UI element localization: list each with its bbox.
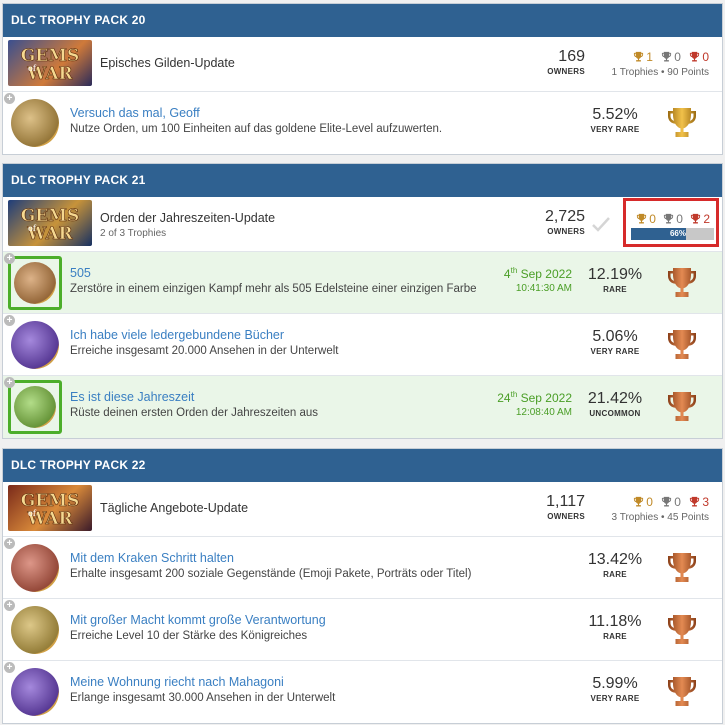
trophy-rarity: 5.06% VERY RARE [590,328,640,356]
expand-plus-icon[interactable]: + [4,93,15,104]
pack-header: DLC TROPHY PACK 21 [3,164,722,197]
trophy-rarity: 21.42% UNCOMMON [587,390,643,418]
trophy-description: Rüste deinen ersten Orden der Jahreszeit… [70,407,319,419]
trophy-pack-section: DLC TROPHY PACK 20 GEMS WAR of Episches … [2,3,723,155]
svg-text:of: of [28,64,37,73]
bronze-trophy-icon [666,551,698,585]
trophy-counts: 1 0 0 1 Trophies • 90 Points [611,50,709,78]
trophy-description: Erhalte insgesamt 200 soziale Gegenständ… [70,568,472,580]
trophy-row[interactable]: + Mit dem Kraken Schritt halten Erhalte i… [3,537,722,599]
pack-name[interactable]: Tägliche Angebote-Update [100,501,248,515]
bronze-trophy-icon [666,328,698,362]
pack-progress-text: 2 of 3 Trophies [100,228,167,239]
bronze-trophy-count: 0 [689,50,709,64]
trophy-image[interactable] [8,96,62,150]
trophy-description: Erlange insgesamt 30.000 Ansehen in der … [70,692,336,704]
trophy-image[interactable] [8,603,62,657]
pack-progress-box: 0 0 2 66% [623,198,719,247]
expand-plus-icon[interactable]: + [4,662,15,673]
silver-cup-icon [661,496,672,507]
trophy-rarity: 5.52% VERY RARE [590,106,640,134]
trophy-row[interactable]: + Meine Wohnung riecht nach Mahagoni Erla… [3,661,722,723]
bronze-trophy-count: 2 [690,212,710,226]
progress-bar: 66% [631,228,714,240]
gold-trophy-icon [666,106,698,140]
trophy-title-link[interactable]: Meine Wohnung riecht nach Mahagoni [70,675,284,689]
bronze-trophy-count: 3 [689,495,709,509]
trophy-rarity: 13.42% RARE [587,551,643,579]
silver-trophy-count: 0 [661,50,681,64]
checkmark-icon [592,217,610,232]
pack-header: DLC TROPHY PACK 22 [3,449,722,482]
expand-plus-icon[interactable]: + [4,377,15,388]
trophy-row[interactable]: + Mit großer Macht kommt große Verantwor… [3,599,722,661]
trophy-title-link[interactable]: Es ist diese Jahreszeit [70,390,194,404]
trophy-title-link[interactable]: Mit großer Macht kommt große Verantwortu… [70,613,326,627]
bronze-cup-icon [689,496,700,507]
earned-date: 4th Sep 2022 10:41:30 AM [503,266,572,294]
trophy-image[interactable] [8,541,62,595]
svg-text:of: of [28,509,37,518]
pack-name[interactable]: Episches Gilden-Update [100,56,235,70]
silver-trophy-count: 0 [661,495,681,509]
owners-count: 169 OWNERS [547,48,585,76]
expand-plus-icon[interactable]: + [4,253,15,264]
gold-cup-icon [633,496,644,507]
earned-date: 24th Sep 2022 12:08:40 AM [497,390,572,418]
pack-logo-image[interactable]: GEMS WAR of [8,485,92,531]
silver-trophy-count: 0 [663,212,683,226]
gold-trophy-count: 1 [633,50,653,64]
gold-cup-icon [633,51,644,62]
trophy-pack-section: DLC TROPHY PACK 21 GEMS WAR of Orden der… [2,163,723,439]
expand-plus-icon[interactable]: + [4,538,15,549]
expand-plus-icon[interactable]: + [4,315,15,326]
trophy-pack-section: DLC TROPHY PACK 22 GEMS WAR of Tägliche … [2,448,723,724]
bronze-trophy-icon [666,675,698,709]
trophy-image[interactable] [8,380,62,434]
trophy-counts: 0 0 3 3 Trophies • 45 Points [611,495,709,523]
pack-summary-row[interactable]: GEMS WAR of Episches Gilden-Update 169 O… [3,37,722,92]
pack-logo-image[interactable]: GEMS WAR of [8,40,92,86]
trophy-title-link[interactable]: 505 [70,266,91,280]
silver-cup-icon [663,213,674,224]
expand-plus-icon[interactable]: + [4,600,15,611]
svg-text:GEMS: GEMS [21,46,80,66]
owners-count: 2,725 OWNERS [544,208,585,236]
trophy-description: Nutze Orden, um 100 Einheiten auf das go… [70,123,443,135]
owners-count: 1,117 OWNERS [546,493,585,521]
bronze-trophy-icon [666,390,698,424]
trophy-row[interactable]: + Ich habe viele ledergebundene Bücher Er… [3,314,722,376]
gold-trophy-count: 0 [636,212,656,226]
pack-name[interactable]: Orden der Jahreszeiten-Update [100,211,275,225]
trophy-description: Erreiche insgesamt 20.000 Ansehen in der… [70,345,339,357]
trophy-image[interactable] [8,665,62,719]
svg-text:GEMS: GEMS [21,206,80,226]
trophy-title-link[interactable]: Mit dem Kraken Schritt halten [70,551,234,565]
trophy-row[interactable]: + Versuch das mal, Geoff Nutze Orden, um … [3,92,722,154]
svg-text:of: of [28,224,37,233]
silver-cup-icon [661,51,672,62]
trophy-rarity: 5.99% VERY RARE [590,675,640,703]
trophy-row[interactable]: + 505 Zerstöre in einem einzigen Kampf me… [3,252,722,314]
gold-cup-icon [636,213,647,224]
bronze-cup-icon [689,51,700,62]
pack-summary-row[interactable]: GEMS WAR of Tägliche Angebote-Update 1,1… [3,482,722,537]
trophy-image[interactable] [8,318,62,372]
pack-logo-image[interactable]: GEMS WAR of [8,200,92,246]
bronze-trophy-icon [666,266,698,300]
trophy-rarity: 11.18% RARE [588,613,642,641]
pack-summary-row[interactable]: GEMS WAR of Orden der Jahreszeiten-Updat… [3,197,722,252]
svg-text:GEMS: GEMS [21,491,80,511]
pack-header: DLC TROPHY PACK 20 [3,4,722,37]
trophy-row[interactable]: + Es ist diese Jahreszeit Rüste deinen er… [3,376,722,438]
trophy-title-link[interactable]: Ich habe viele ledergebundene Bücher [70,328,284,342]
bronze-cup-icon [690,213,701,224]
trophy-image[interactable] [8,256,62,310]
gold-trophy-count: 0 [633,495,653,509]
trophy-rarity: 12.19% RARE [587,266,643,294]
trophy-description: Zerstöre in einem einzigen Kampf mehr al… [70,283,477,295]
bronze-trophy-icon [666,613,698,647]
trophy-title-link[interactable]: Versuch das mal, Geoff [70,106,200,120]
trophy-description: Erreiche Level 10 der Stärke des Königre… [70,630,308,642]
